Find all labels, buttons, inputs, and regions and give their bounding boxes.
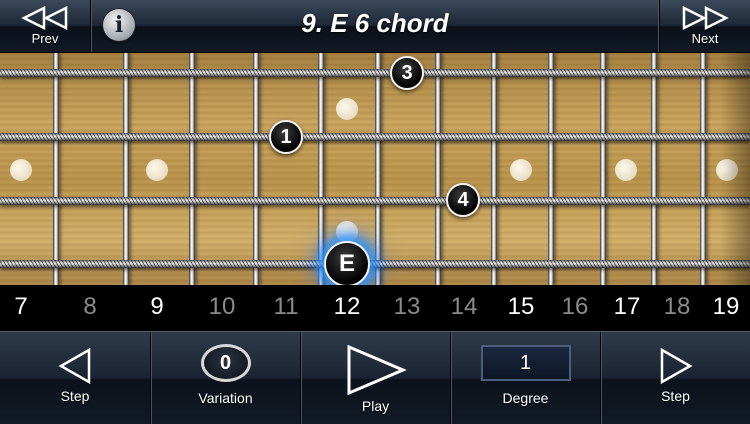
fret-wire	[600, 53, 606, 285]
fret-wire	[189, 53, 195, 285]
info-button[interactable]: i	[103, 9, 135, 41]
degree-button[interactable]: 1 Degree	[451, 332, 600, 424]
finger-marker[interactable]: 1	[269, 120, 303, 154]
fret-number: 16	[561, 293, 589, 320]
finger-number: 4	[457, 188, 469, 211]
root-note-marker[interactable]: E	[324, 241, 370, 287]
fret-wire	[435, 53, 441, 285]
fret-number: 9	[150, 293, 164, 320]
top-bar: Prev i 9. E 6 chord Next	[0, 0, 750, 53]
fret-number: 14	[450, 293, 478, 320]
fret-number: 13	[393, 293, 421, 320]
finger-marker[interactable]: 3	[390, 56, 424, 90]
fret-inlay-dot	[336, 98, 358, 120]
fret-number: 19	[712, 293, 740, 320]
fret-inlay-dot	[10, 159, 32, 181]
variation-label: Variation	[198, 390, 253, 406]
variation-value: 0	[200, 344, 251, 382]
fret-wire	[491, 53, 497, 285]
string-d	[0, 133, 750, 141]
chord-title: 9. E 6 chord	[301, 8, 449, 38]
finger-number: 3	[401, 61, 413, 84]
fret-number: 8	[83, 293, 97, 320]
fret-inlay-dot	[510, 159, 532, 181]
fret-number: 18	[663, 293, 691, 320]
step-back-button[interactable]: Step	[0, 332, 150, 424]
fret-wire	[318, 53, 324, 285]
fret-wire	[548, 53, 554, 285]
step-forward-button[interactable]: Step	[601, 332, 750, 424]
step-back-label: Step	[60, 388, 90, 404]
prev-label: Prev	[31, 31, 59, 46]
fret-wire	[700, 53, 706, 285]
fret-number: 11	[273, 293, 299, 320]
fast-forward-icon	[682, 6, 729, 30]
degree-value: 1	[480, 345, 571, 381]
fret-number: 15	[507, 293, 535, 320]
fret-wire	[651, 53, 657, 285]
variation-button[interactable]: 0 Variation	[151, 332, 300, 424]
play-button[interactable]: Play	[301, 332, 450, 424]
play-icon	[347, 344, 407, 396]
string-a	[0, 197, 750, 205]
play-label: Play	[361, 398, 390, 414]
fret-number: 7	[14, 293, 28, 320]
finger-number: 1	[280, 125, 292, 148]
step-forward-label: Step	[661, 388, 690, 404]
info-icon: i	[114, 12, 124, 38]
step-forward-icon	[660, 347, 693, 385]
finger-marker[interactable]: 4	[446, 183, 480, 217]
next-label: Next	[691, 31, 719, 46]
degree-label: Degree	[502, 390, 549, 406]
step-back-icon	[58, 347, 91, 385]
fret-wire	[253, 53, 259, 285]
fret-wire	[53, 53, 59, 285]
root-note-label: E	[338, 250, 355, 277]
fret-inlay-dot	[716, 159, 738, 181]
next-button[interactable]: Next	[659, 0, 750, 52]
fret-wire	[123, 53, 129, 285]
fret-inlay-dot	[336, 221, 358, 243]
fretboard[interactable]: 3 1 4 E	[0, 53, 750, 287]
rewind-icon	[21, 6, 68, 30]
string-e	[0, 260, 750, 268]
prev-button[interactable]: Prev	[0, 0, 91, 52]
fret-number: 17	[613, 293, 641, 320]
fret-inlay-dot	[615, 159, 637, 181]
fret-wire	[375, 53, 381, 285]
fret-number: 12	[333, 293, 361, 320]
string-g	[0, 69, 750, 77]
fret-number: 10	[208, 293, 236, 320]
bottom-toolbar: Step 0 Variation Play 1 Degree Step	[0, 331, 750, 424]
fret-inlay-dot	[146, 159, 168, 181]
fret-number-row: 7 8 9 10 11 12 13 14 15 16 17 18 19	[0, 285, 750, 331]
